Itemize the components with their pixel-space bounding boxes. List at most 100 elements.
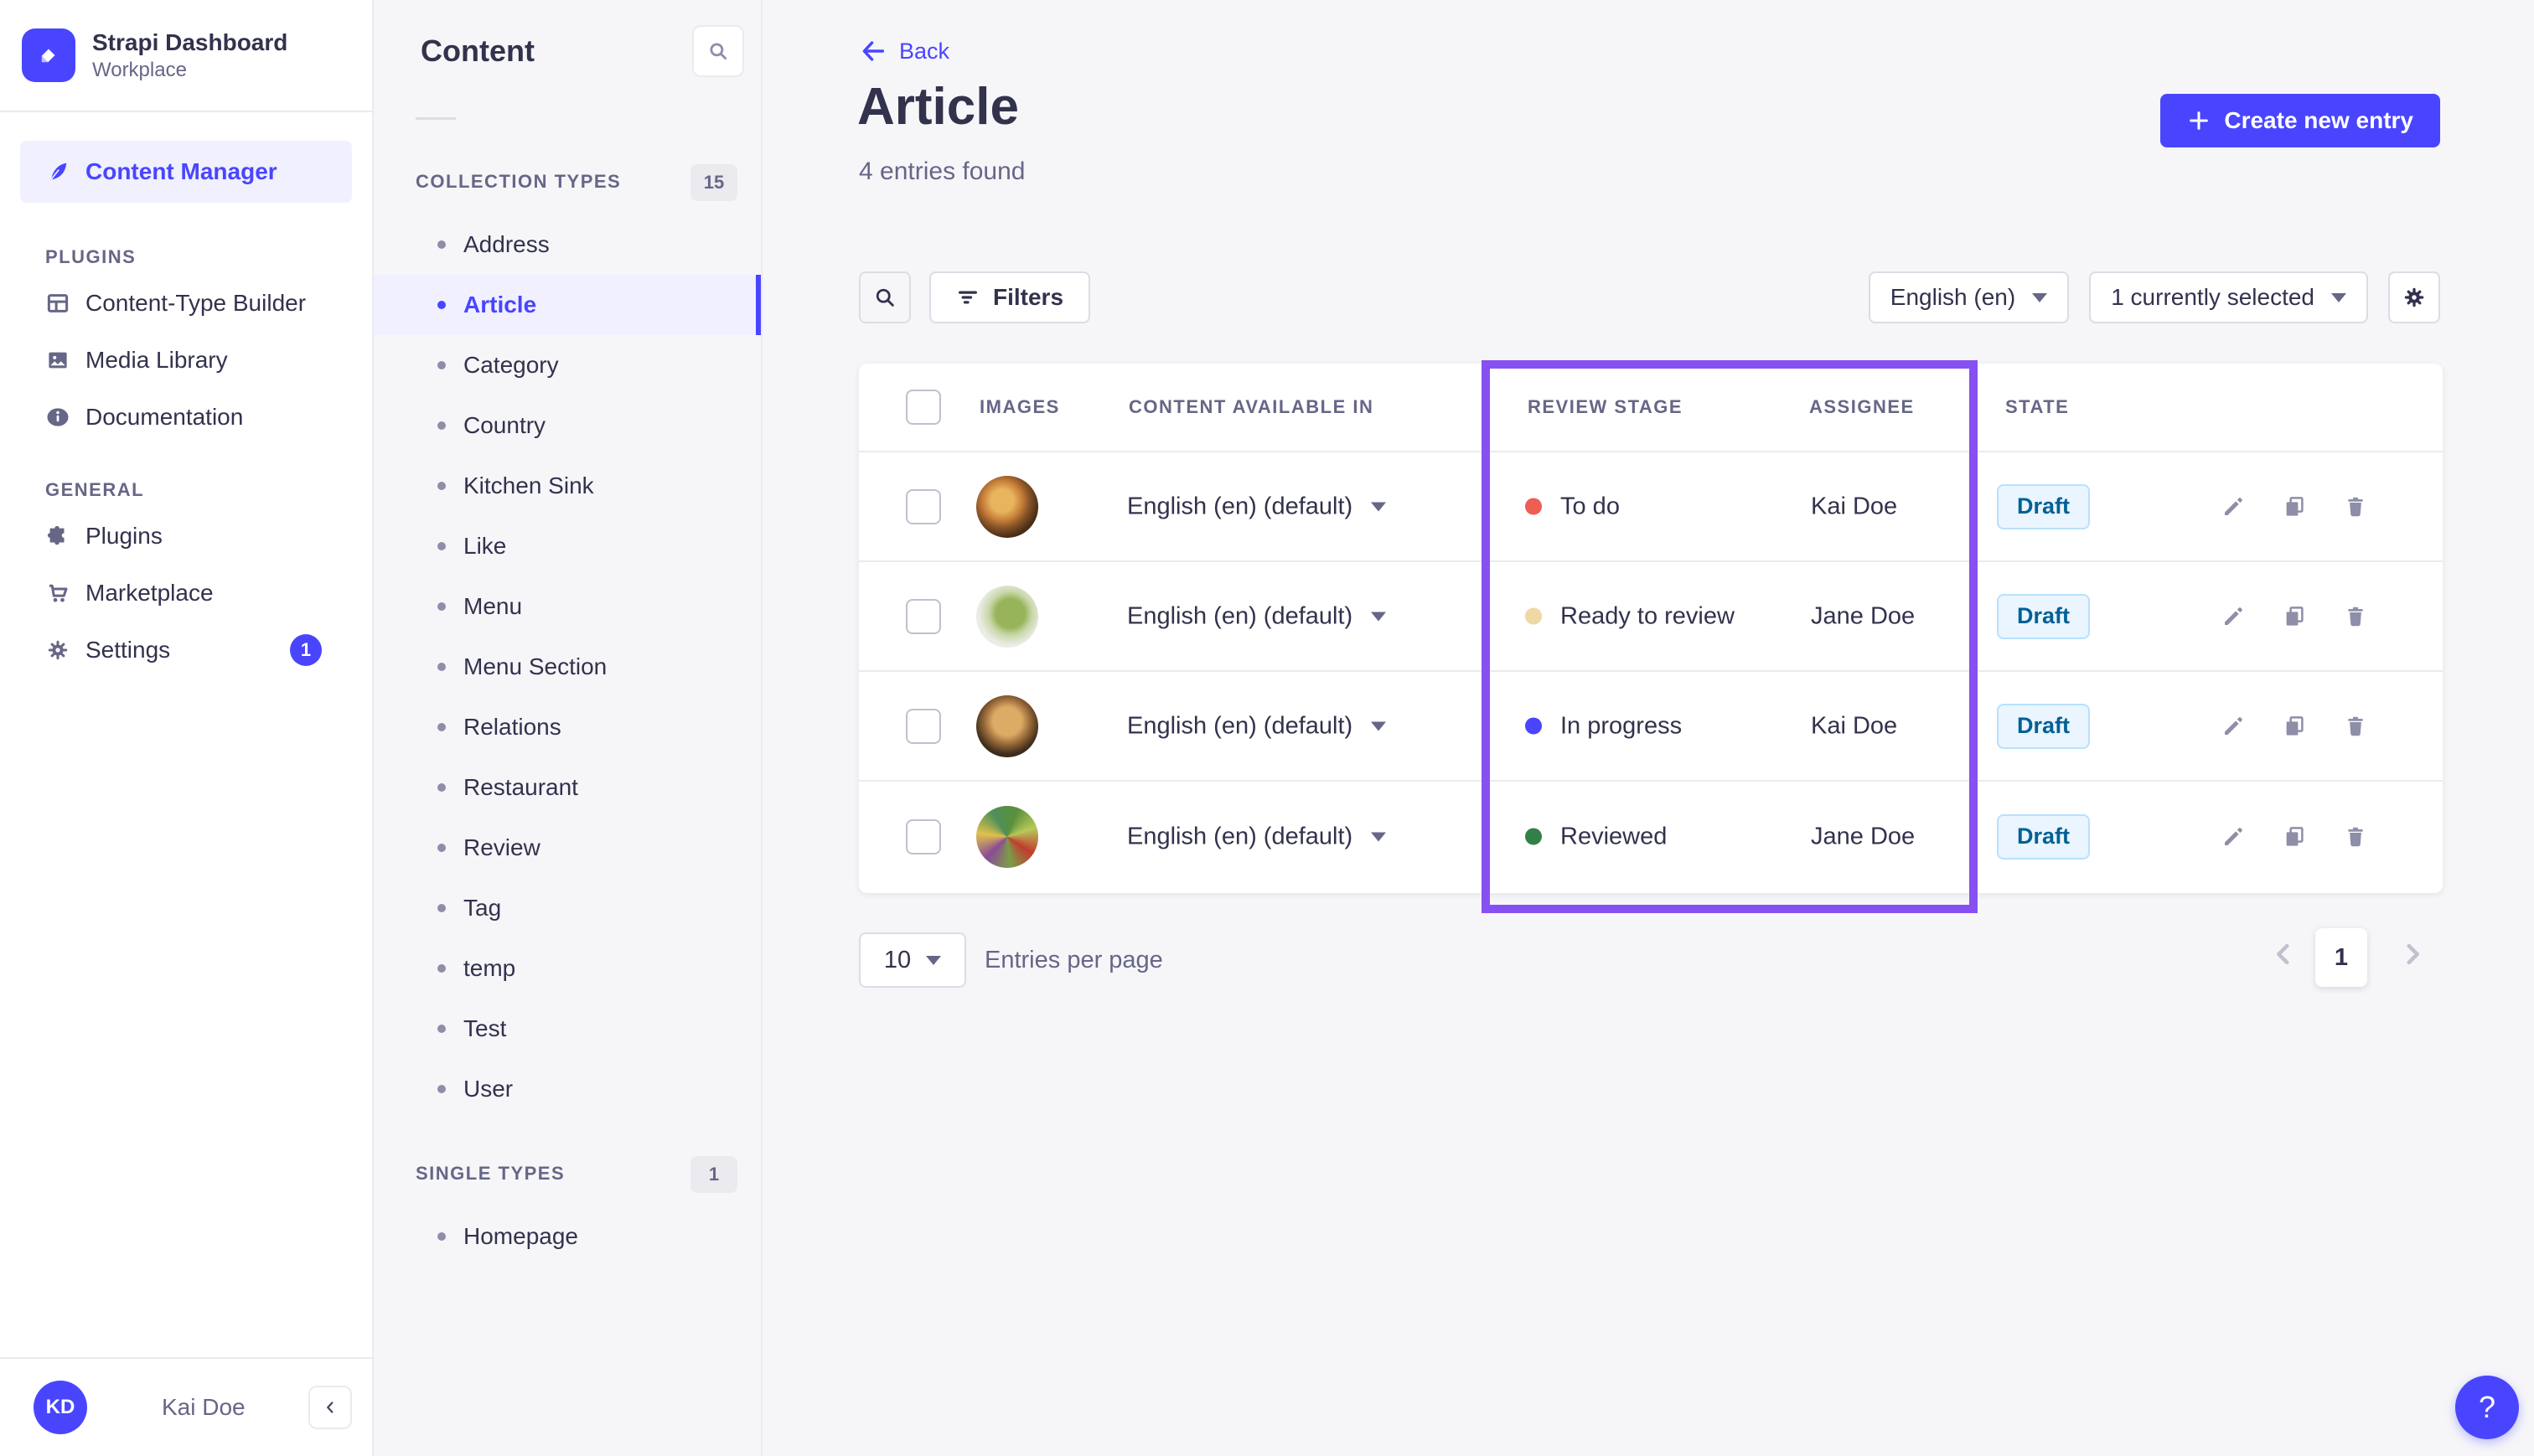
edit-button[interactable] [2215, 818, 2252, 855]
locale-dropdown[interactable]: English (en) (default) [1127, 602, 1386, 630]
page-size-select[interactable]: 10 [859, 932, 966, 988]
subnav-item-homepage[interactable]: Homepage [374, 1206, 761, 1267]
pencil-icon [2221, 604, 2246, 629]
locale-dropdown[interactable]: English (en) (default) [1127, 493, 1386, 520]
stage-dot-icon [1525, 608, 1542, 625]
back-link[interactable]: Back [859, 37, 949, 65]
sidebar-item-label: Content-Type Builder [85, 290, 306, 317]
select-all-checkbox[interactable] [906, 390, 941, 425]
chevron-down-icon [2331, 293, 2346, 302]
filters-button[interactable]: Filters [929, 271, 1090, 323]
table-row[interactable]: English (en) (default) To do Kai Doe Dra… [859, 452, 2443, 562]
column-header-review-stage: REVIEW STAGE [1528, 396, 1683, 418]
bullet-icon [437, 964, 446, 973]
pencil-icon [2221, 824, 2246, 849]
subnav-item-country[interactable]: Country [374, 395, 761, 456]
page-title: Article [857, 77, 1019, 137]
locale-dropdown[interactable]: English (en) (default) [1127, 823, 1386, 850]
subnav-item-menu[interactable]: Menu [374, 576, 761, 637]
row-checkbox[interactable] [906, 819, 941, 854]
copy-icon [2282, 824, 2307, 849]
row-checkbox[interactable] [906, 709, 941, 744]
row-checkbox[interactable] [906, 489, 941, 524]
sidebar-item-content-manager[interactable]: Content Manager [20, 141, 352, 203]
column-header-content-available-in: CONTENT AVAILABLE IN [1129, 396, 1373, 418]
duplicate-button[interactable] [2276, 818, 2313, 855]
sidebar-item-marketplace[interactable]: Marketplace [20, 565, 352, 622]
duplicate-button[interactable] [2276, 488, 2313, 525]
subnav-item-temp[interactable]: temp [374, 938, 761, 999]
workspace-label: Workplace [92, 58, 287, 83]
pasta-salad-photo [976, 586, 1038, 648]
page-1-button[interactable]: 1 [2315, 928, 2367, 987]
subnav-item-relations[interactable]: Relations [374, 697, 761, 757]
collapse-sidebar-button[interactable] [308, 1386, 352, 1429]
duplicate-button[interactable] [2276, 708, 2313, 745]
subnav-item-article[interactable]: Article [374, 275, 761, 335]
sidebar-footer: KD Kai Doe [0, 1357, 372, 1456]
state-cell: Draft [1997, 814, 2090, 860]
next-page-button[interactable] [2398, 940, 2427, 971]
collection-types-header: COLLECTION TYPES 15 [374, 164, 761, 201]
stage-dot-icon [1525, 498, 1542, 515]
sidebar-item-content-type-builder[interactable]: Content-Type Builder [20, 275, 352, 332]
create-new-entry-label: Create new entry [2224, 107, 2413, 134]
single-types-list: Homepage [374, 1206, 761, 1267]
table-search-button[interactable] [859, 271, 911, 323]
subnav-item-user[interactable]: User [374, 1059, 761, 1119]
user-avatar[interactable]: KD [34, 1381, 87, 1434]
bullet-icon [437, 844, 446, 852]
table-row[interactable]: English (en) (default) Ready to review J… [859, 562, 2443, 672]
table-row[interactable]: English (en) (default) In progress Kai D… [859, 672, 2443, 782]
subnav-item-test[interactable]: Test [374, 999, 761, 1059]
fields-selected-select[interactable]: 1 currently selected [2089, 271, 2368, 323]
subnav-item-tag[interactable]: Tag [374, 878, 761, 938]
sidebar-item-plugins[interactable]: Plugins [20, 508, 352, 565]
sidebar-item-label: Plugins [85, 523, 163, 550]
subnav-item-address[interactable]: Address [374, 214, 761, 275]
sidebar-item-label: Marketplace [85, 580, 214, 607]
table-row[interactable]: English (en) (default) Reviewed Jane Doe… [859, 782, 2443, 891]
sidebar-item-documentation[interactable]: Documentation [20, 389, 352, 446]
create-new-entry-button[interactable]: Create new entry [2160, 94, 2440, 147]
grid-icon [45, 291, 70, 316]
review-stage: Reviewed [1525, 823, 1667, 850]
subnav-item-menu-section[interactable]: Menu Section [374, 637, 761, 697]
single-types-header: SINGLE TYPES 1 [374, 1156, 761, 1193]
delete-button[interactable] [2337, 708, 2374, 745]
review-stage: In progress [1525, 712, 1682, 740]
table-header-row: IMAGES CONTENT AVAILABLE IN REVIEW STAGE… [859, 364, 2443, 452]
previous-page-button[interactable] [2269, 940, 2298, 971]
row-checkbox[interactable] [906, 599, 941, 634]
sidebar-item-label: Media Library [85, 347, 228, 374]
locale-select[interactable]: English (en) [1869, 271, 2069, 323]
bullet-icon [437, 602, 446, 611]
bullet-icon [437, 1232, 446, 1241]
delete-button[interactable] [2337, 818, 2374, 855]
fields-selected-value: 1 currently selected [2111, 284, 2314, 311]
edit-button[interactable] [2215, 598, 2252, 635]
subnav-item-restaurant[interactable]: Restaurant [374, 757, 761, 818]
delete-button[interactable] [2337, 488, 2374, 525]
subnav-search-button[interactable] [692, 25, 744, 77]
arrow-left-icon [859, 37, 887, 65]
delete-button[interactable] [2337, 598, 2374, 635]
edit-button[interactable] [2215, 708, 2252, 745]
edit-button[interactable] [2215, 488, 2252, 525]
subnav-item-category[interactable]: Category [374, 335, 761, 395]
bullet-icon [437, 542, 446, 550]
subnav-item-review[interactable]: Review [374, 818, 761, 878]
help-button[interactable]: ? [2455, 1376, 2519, 1439]
subnav-item-like[interactable]: Like [374, 516, 761, 576]
chevron-down-icon [1371, 721, 1386, 731]
search-icon [873, 286, 897, 309]
sidebar-item-settings[interactable]: Settings 1 [20, 622, 352, 679]
search-icon [707, 40, 729, 62]
content-subnav: Content COLLECTION TYPES 15 Address Arti… [374, 0, 763, 1456]
subnav-item-kitchen-sink[interactable]: Kitchen Sink [374, 456, 761, 516]
locale-dropdown[interactable]: English (en) (default) [1127, 712, 1386, 740]
duplicate-button[interactable] [2276, 598, 2313, 635]
subnav-title: Content [421, 34, 535, 69]
table-settings-button[interactable] [2388, 271, 2440, 323]
sidebar-item-media-library[interactable]: Media Library [20, 332, 352, 389]
